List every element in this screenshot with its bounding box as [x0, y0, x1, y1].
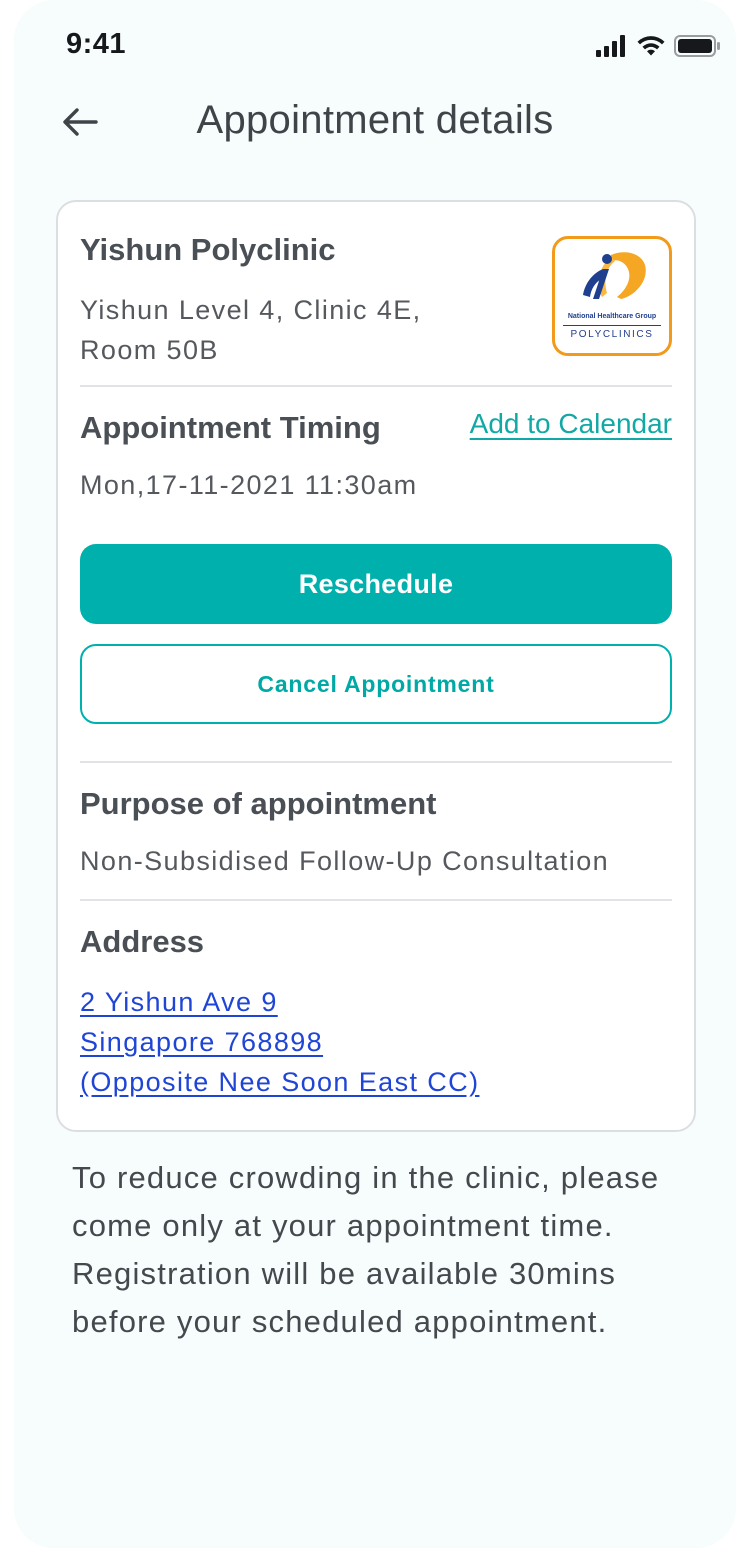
appointment-datetime: Mon,17-11-2021 11:30am: [80, 470, 418, 500]
clinic-location-line1: Yishun Level 4, Clinic 4E,: [80, 295, 422, 325]
status-icons: [596, 34, 720, 58]
purpose-label: Purpose of appointment: [80, 786, 437, 821]
clinic-location-line2: Room 50B: [80, 335, 219, 365]
cancel-appointment-button[interactable]: Cancel Appointment: [80, 644, 672, 724]
logo-label-text: POLYCLINICS: [570, 329, 654, 340]
divider: [80, 899, 672, 901]
logo-org-text: National Healthcare Group: [567, 313, 657, 320]
address-line-link[interactable]: Singapore 768898: [80, 1022, 479, 1062]
reschedule-button[interactable]: Reschedule: [80, 544, 672, 624]
appointment-card: Yishun Polyclinic Yishun Level 4, Clinic…: [56, 200, 696, 1132]
page-title: Appointment details: [196, 98, 554, 142]
divider: [80, 385, 672, 387]
address-label: Address: [80, 924, 205, 959]
divider: [80, 761, 672, 763]
status-time: 9:41: [66, 28, 127, 60]
wifi-icon: [637, 36, 665, 56]
address-line-link[interactable]: 2 Yishun Ave 9: [80, 982, 479, 1022]
clinic-location: Yishun Level 4, Clinic 4E, Room 50B: [80, 290, 500, 370]
polyclinic-logo: National Healthcare Group POLYCLINICS: [552, 236, 672, 356]
logo-rule: [563, 325, 661, 326]
nhg-emblem-icon: [583, 252, 646, 299]
status-bar: 9:41: [0, 0, 750, 90]
add-to-calendar-link[interactable]: Add to Calendar: [470, 408, 672, 440]
crowding-note: To reduce crowding in the clinic, please…: [72, 1160, 660, 1339]
purpose-value: Non-Subsidised Follow-Up Consultation: [80, 846, 610, 876]
timing-label: Appointment Timing: [80, 410, 381, 445]
address-links: 2 Yishun Ave 9 Singapore 768898 (Opposit…: [80, 982, 479, 1102]
clinic-name: Yishun Polyclinic: [80, 232, 336, 267]
address-line-link[interactable]: (Opposite Nee Soon East CC): [80, 1062, 479, 1102]
battery-icon: [674, 35, 720, 57]
cellular-signal-icon: [596, 35, 625, 57]
